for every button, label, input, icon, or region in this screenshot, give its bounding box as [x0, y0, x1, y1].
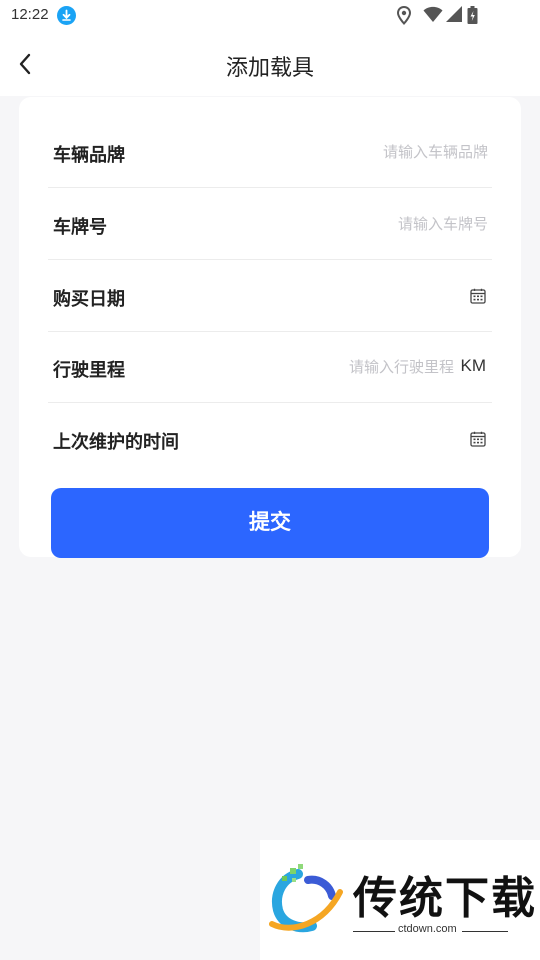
purchase-date-row[interactable]: 购买日期 [48, 261, 492, 332]
plate-row: 车牌号 [48, 189, 492, 260]
calendar-icon[interactable] [470, 288, 486, 304]
battery-icon [467, 6, 478, 29]
last-maintenance-label: 上次维护的时间 [53, 432, 179, 453]
calendar-icon[interactable] [470, 431, 486, 447]
location-icon [396, 5, 412, 29]
status-time: 12:22 [11, 6, 49, 23]
watermark-brand: 传统下载 [353, 873, 537, 924]
page-title: 添加载具 [225, 56, 314, 81]
purchase-date-label: 购买日期 [53, 289, 125, 310]
wifi-icon [423, 6, 443, 27]
watermark-domain: ctdown.com [398, 923, 457, 935]
mileage-input[interactable] [254, 354, 454, 380]
ctdown-logo-icon [269, 864, 343, 933]
app-header: 添加载具 [0, 32, 540, 96]
watermark-divider [353, 931, 395, 932]
mileage-unit: KM [460, 356, 487, 375]
submit-button[interactable]: 提交 [51, 488, 489, 558]
watermark-divider [462, 931, 508, 932]
brand-row: 车辆品牌 [48, 117, 492, 188]
mileage-row: 行驶里程 KM [48, 332, 492, 403]
plate-input[interactable] [268, 211, 488, 237]
last-maintenance-row[interactable]: 上次维护的时间 [48, 404, 492, 475]
plate-label: 车牌号 [53, 217, 107, 238]
download-icon [57, 6, 76, 25]
status-bar: 12:22 [0, 0, 540, 32]
brand-input[interactable] [268, 139, 488, 165]
watermark-logo: 传统下载 ctdown.com [260, 840, 540, 960]
mileage-label: 行驶里程 [53, 360, 125, 381]
signal-icon [445, 6, 463, 27]
brand-label: 车辆品牌 [53, 145, 125, 166]
